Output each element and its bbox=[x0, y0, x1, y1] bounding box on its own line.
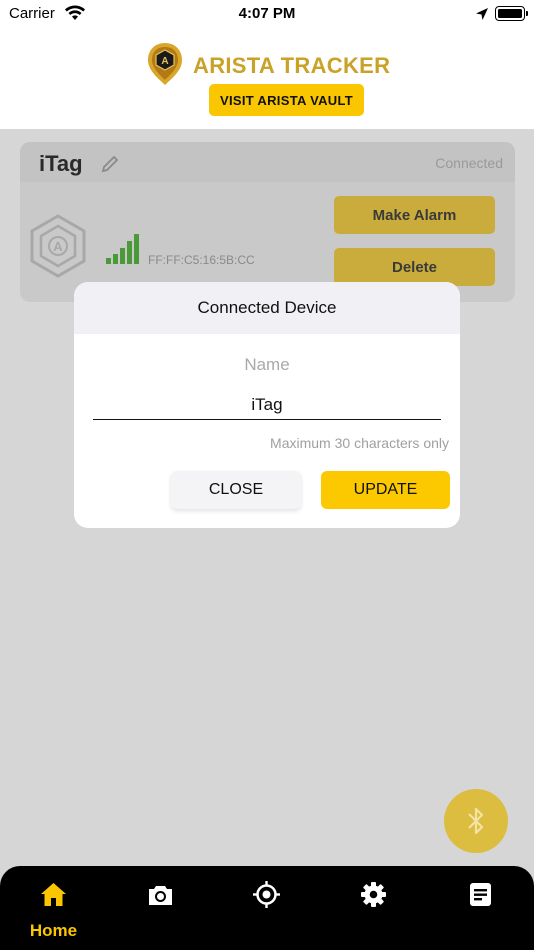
target-icon bbox=[253, 881, 280, 908]
nav-home[interactable]: Home bbox=[0, 866, 107, 950]
close-button[interactable]: CLOSE bbox=[171, 471, 301, 509]
device-card: iTag Connected A FF:FF:C5:16:5B:CC Make … bbox=[20, 142, 515, 302]
gear-icon bbox=[361, 882, 386, 907]
nav-home-label: Home bbox=[29, 921, 78, 940]
app-title: ARISTA TRACKER bbox=[193, 53, 391, 78]
device-name-input[interactable] bbox=[93, 390, 441, 420]
notes-icon bbox=[470, 883, 491, 906]
app-header: A ARISTA TRACKER VISIT ARISTA VAULT bbox=[0, 28, 534, 129]
bluetooth-button[interactable] bbox=[444, 789, 508, 853]
bottom-navigation: Home bbox=[0, 866, 534, 950]
dialog-title: Connected Device bbox=[74, 282, 460, 334]
signal-strength-icon bbox=[106, 234, 139, 264]
visit-vault-button[interactable]: VISIT ARISTA VAULT bbox=[209, 84, 364, 116]
battery-icon bbox=[495, 6, 528, 21]
nav-location[interactable] bbox=[213, 866, 320, 950]
pencil-icon[interactable] bbox=[100, 154, 120, 174]
connected-device-dialog: Connected Device Name Maximum 30 charact… bbox=[74, 282, 460, 528]
nav-settings[interactable] bbox=[320, 866, 427, 950]
make-alarm-button[interactable]: Make Alarm bbox=[334, 196, 495, 234]
svg-text:A: A bbox=[53, 239, 63, 254]
max-length-note: Maximum 30 characters only bbox=[270, 435, 449, 451]
device-logo-icon: A bbox=[30, 214, 86, 278]
nav-notes[interactable] bbox=[427, 866, 534, 950]
device-card-header: iTag Connected bbox=[20, 142, 515, 182]
bluetooth-icon bbox=[468, 807, 484, 835]
delete-button[interactable]: Delete bbox=[334, 248, 495, 286]
clock: 4:07 PM bbox=[238, 5, 296, 22]
home-icon bbox=[41, 883, 66, 906]
nav-camera[interactable] bbox=[107, 866, 214, 950]
update-button[interactable]: UPDATE bbox=[321, 471, 450, 509]
connection-status: Connected bbox=[435, 155, 503, 171]
device-name: iTag bbox=[39, 151, 83, 176]
name-label: Name bbox=[244, 355, 290, 374]
arista-logo-icon: A bbox=[148, 43, 182, 85]
svg-text:A: A bbox=[161, 56, 168, 67]
mac-address: FF:FF:C5:16:5B:CC bbox=[148, 253, 255, 267]
status-bar: Carrier 4:07 PM bbox=[0, 0, 534, 28]
location-arrow-icon bbox=[476, 8, 488, 20]
camera-icon bbox=[149, 886, 172, 905]
